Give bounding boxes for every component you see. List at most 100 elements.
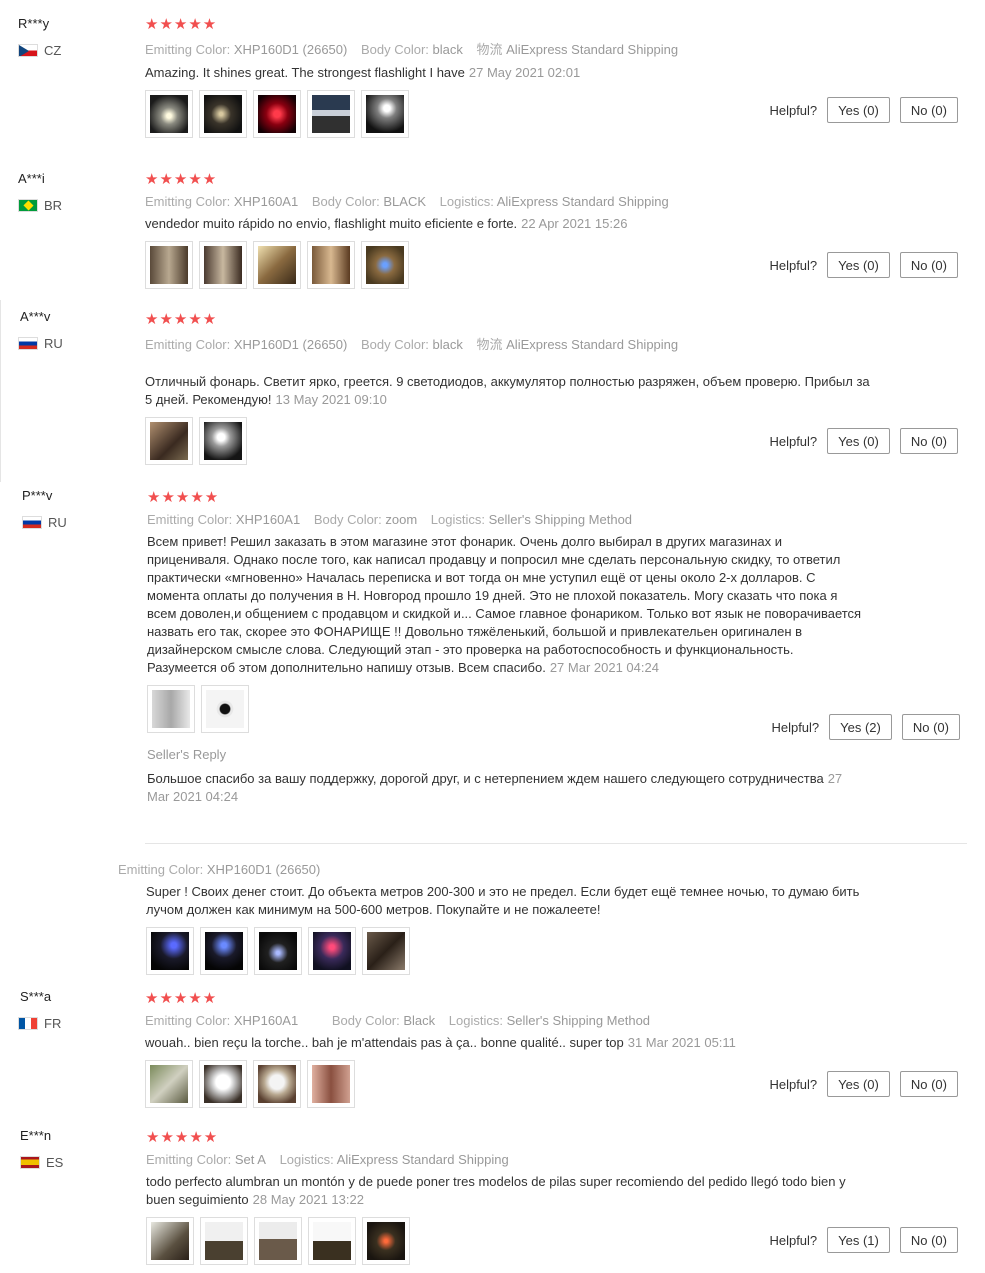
helpful-no-button[interactable]: No (0) (899, 1227, 958, 1253)
country-code: CZ (44, 43, 62, 58)
helpful-yes-button[interactable]: Yes (1) (827, 1227, 890, 1253)
attr-key: Body Color: (331, 1013, 400, 1028)
rating-stars: ★★★★★ (145, 16, 218, 33)
helpful-controls: Helpful? Yes (1) No (0) (769, 1227, 958, 1253)
country-code: BR (44, 198, 63, 213)
attr-key: Body Color: (311, 194, 380, 209)
helpful-controls: Helpful? Yes (0) No (0) (769, 252, 958, 278)
reviewer-country: BR (18, 198, 62, 213)
review-body: wouah.. bien reçu la torche.. bah je m'a… (145, 1035, 624, 1050)
seller-reply-label: Seller's Reply (147, 747, 227, 762)
helpful-label: Helpful? (771, 719, 820, 735)
review-photos (146, 927, 868, 975)
review-photo[interactable] (361, 90, 409, 138)
review-photo[interactable] (307, 241, 355, 289)
helpful-no-button[interactable]: No (0) (899, 1071, 958, 1097)
country-code: RU (48, 515, 67, 530)
flag-icon (18, 44, 38, 57)
review-photo[interactable] (362, 1217, 410, 1265)
sku-attributes: Emitting Color: XHP160A1 Body Color: Bla… (145, 1013, 875, 1028)
attr-key: Body Color: (360, 337, 429, 352)
flag-icon (22, 516, 42, 529)
review-photo[interactable] (308, 1217, 356, 1265)
review-body: todo perfecto alumbran un montón y de pu… (146, 1174, 846, 1207)
helpful-controls: Helpful? Yes (2) No (0) (771, 714, 960, 740)
attr-value: XHP160D1 (26650) (206, 862, 321, 877)
review-text: Всем привет! Решил заказать в этом магаз… (147, 533, 862, 677)
review-photo[interactable] (145, 1060, 193, 1108)
rating-stars: ★★★★★ (147, 489, 220, 506)
review-photo[interactable] (145, 90, 193, 138)
attr-value: AliExpress Standard Shipping (506, 337, 679, 352)
review-photo[interactable] (362, 927, 410, 975)
review-photo[interactable] (200, 1217, 248, 1265)
reviewer-country: CZ (18, 43, 61, 58)
helpful-no-button[interactable]: No (0) (899, 252, 958, 278)
attr-key: Logistics: (448, 1013, 503, 1028)
helpful-no-button[interactable]: No (0) (901, 714, 960, 740)
review-photo[interactable] (308, 927, 356, 975)
reviewer-info: P***v RU (22, 488, 67, 530)
review-photo[interactable] (147, 685, 195, 733)
review-photo[interactable] (253, 1060, 301, 1108)
review-photos (145, 417, 875, 465)
helpful-yes-button[interactable]: Yes (0) (827, 1071, 890, 1097)
review-photo[interactable] (307, 1060, 355, 1108)
divider (145, 843, 967, 844)
helpful-label: Helpful? (769, 102, 818, 118)
review-photo[interactable] (254, 927, 302, 975)
helpful-yes-button[interactable]: Yes (2) (829, 714, 892, 740)
reviewer-info: A***v RU (18, 309, 63, 351)
attr-value: XHP160D1 (26650) (233, 337, 348, 352)
sku-attributes: Emitting Color: XHP160A1 Body Color: BLA… (145, 194, 875, 209)
review-photo[interactable] (361, 241, 409, 289)
review-photo[interactable] (145, 241, 193, 289)
helpful-no-button[interactable]: No (0) (899, 97, 958, 123)
review-photo[interactable] (199, 90, 247, 138)
review-date: 31 Mar 2021 05:11 (627, 1035, 736, 1050)
attr-value: AliExpress Standard Shipping (336, 1152, 509, 1167)
attr-value: black (432, 42, 463, 57)
attr-value: AliExpress Standard Shipping (506, 42, 679, 57)
attr-key: Emitting Color: (145, 337, 231, 352)
review-text: Amazing. It shines great. The strongest … (145, 64, 875, 82)
flag-icon (18, 199, 38, 212)
sku-attributes: Emitting Color: Set A Logistics: AliExpr… (146, 1152, 866, 1167)
helpful-yes-button[interactable]: Yes (0) (827, 428, 890, 454)
reviewer-country: FR (18, 1016, 61, 1031)
review-date: 27 Mar 2021 04:24 (549, 660, 659, 675)
sku-attributes: Emitting Color: XHP160D1 (26650) Body Co… (145, 334, 875, 353)
helpful-yes-button[interactable]: Yes (0) (827, 97, 890, 123)
review-photo[interactable] (145, 417, 193, 465)
attr-key: Emitting Color: (118, 862, 204, 877)
seller-reply-text: Большое спасибо за вашу поддержку, дорог… (147, 770, 862, 806)
review-text: Отличный фонарь. Светит ярко, греется. 9… (145, 373, 875, 409)
review-photo[interactable] (146, 1217, 194, 1265)
rating-stars: ★★★★★ (145, 171, 218, 188)
review-photos (146, 1217, 866, 1265)
helpful-label: Helpful? (769, 257, 818, 273)
reviewer-name: R***y (18, 16, 50, 31)
review-photo[interactable] (199, 417, 247, 465)
review-body: Всем привет! Решил заказать в этом магаз… (147, 534, 862, 675)
review-photo[interactable] (254, 1217, 302, 1265)
review-photo[interactable] (201, 685, 249, 733)
helpful-yes-button[interactable]: Yes (0) (827, 252, 890, 278)
sku-attributes: Emitting Color: XHP160D1 (26650) (118, 862, 868, 877)
country-code: RU (44, 336, 63, 351)
review-photo[interactable] (253, 241, 301, 289)
attr-value: BLACK (383, 194, 427, 209)
attr-key: Body Color: (313, 512, 382, 527)
review-photo[interactable] (307, 90, 355, 138)
review-photo[interactable] (253, 90, 301, 138)
review-photo[interactable] (199, 1060, 247, 1108)
attr-key: Emitting Color: (146, 1152, 232, 1167)
reviewer-name: E***n (20, 1128, 52, 1143)
helpful-no-button[interactable]: No (0) (899, 428, 958, 454)
review-date: 28 May 2021 13:22 (252, 1192, 364, 1207)
attr-value: Set A (234, 1152, 266, 1167)
helpful-controls: Helpful? Yes (0) No (0) (769, 428, 958, 454)
review-photo[interactable] (199, 241, 247, 289)
review-photo[interactable] (200, 927, 248, 975)
review-photo[interactable] (146, 927, 194, 975)
